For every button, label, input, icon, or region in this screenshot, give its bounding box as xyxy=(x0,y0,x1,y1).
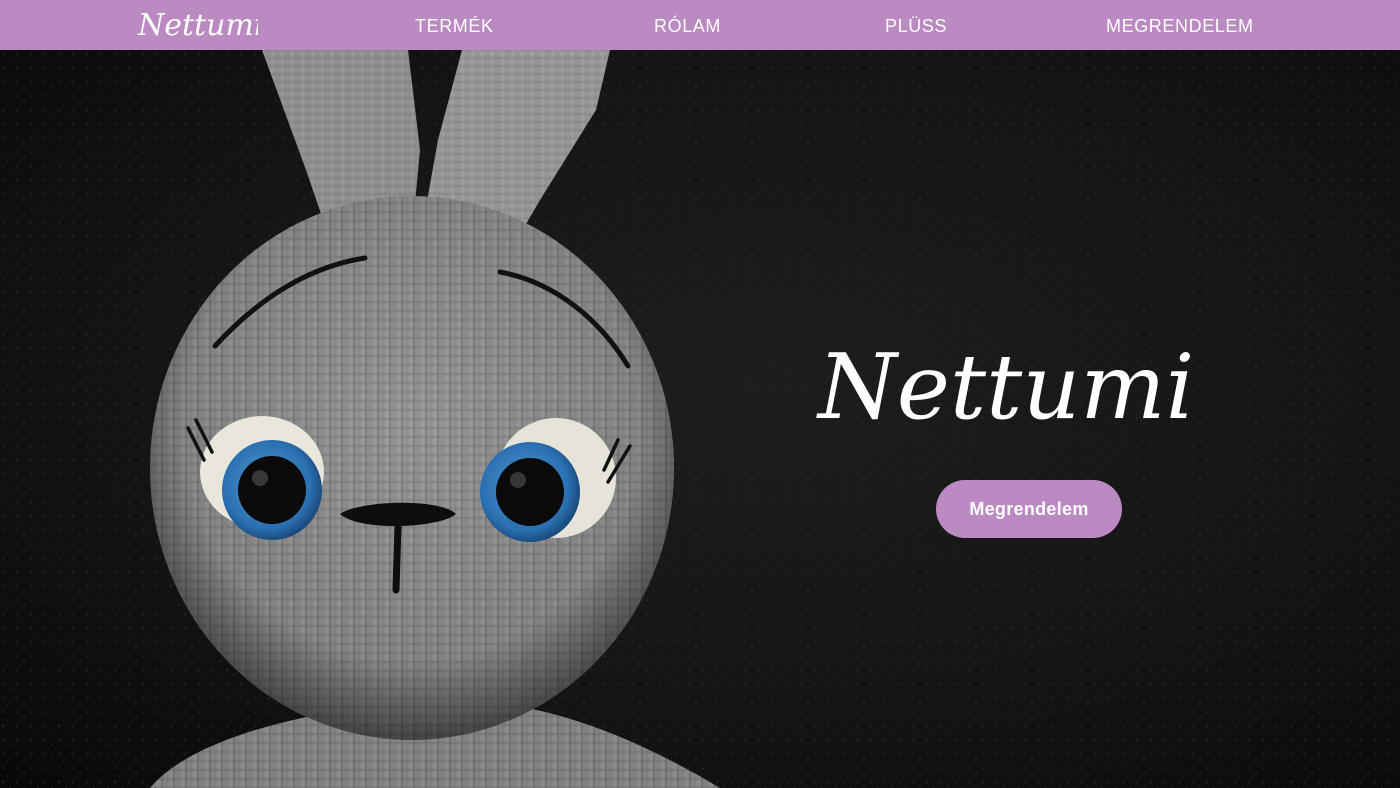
order-button[interactable]: Megrendelem xyxy=(936,480,1122,538)
nav-logo-text: Nettumi xyxy=(137,8,258,43)
page: Nettumi TERMÉK RÓLAM PLÜSS MEGRENDELEM N… xyxy=(0,0,1400,788)
hero-section: Nettumi Megrendelem xyxy=(0,50,1400,788)
hero-logo: Nettumi xyxy=(816,335,1194,440)
nav-link-megrendelem[interactable]: MEGRENDELEM xyxy=(1106,0,1254,50)
nav-link-pluss[interactable]: PLÜSS xyxy=(885,0,947,50)
nav-link-rolam[interactable]: RÓLAM xyxy=(654,0,721,50)
top-navbar: Nettumi TERMÉK RÓLAM PLÜSS MEGRENDELEM xyxy=(0,0,1400,50)
hero-logo-text: Nettumi xyxy=(816,335,1194,440)
nav-logo[interactable]: Nettumi xyxy=(136,6,258,44)
nav-link-termek[interactable]: TERMÉK xyxy=(415,0,494,50)
